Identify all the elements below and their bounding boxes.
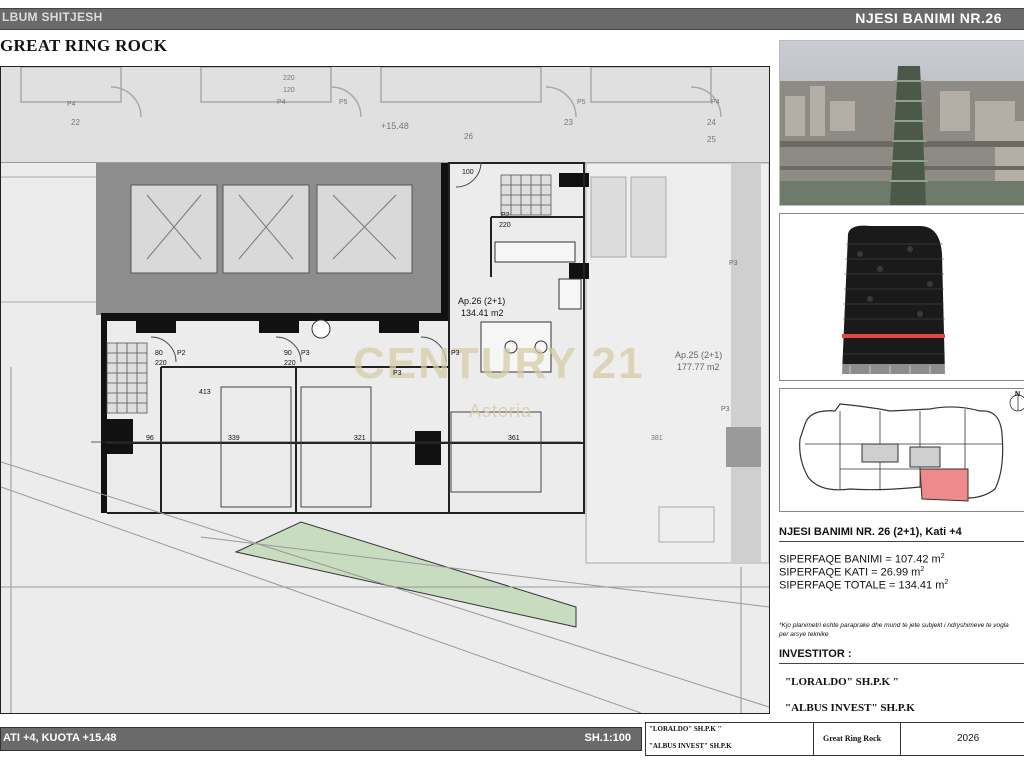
axis-number: 23 xyxy=(564,118,573,127)
door-label: P3 xyxy=(721,406,730,413)
apartment-26-label: Ap.26 (2+1) xyxy=(458,296,506,306)
area-total: SIPERFAQE TOTALE = 134.41 m2 xyxy=(779,579,948,592)
area-unit-sup: 2 xyxy=(944,579,949,586)
project-title: GREAT RING ROCK xyxy=(0,36,168,55)
dimension-label: 120 xyxy=(283,87,295,94)
dimension-label: 220 xyxy=(284,360,296,367)
header-bar: LBUM SHITJESH NJESI BANIMI NR.26 xyxy=(0,8,1024,30)
floor-plan-drawing xyxy=(1,67,769,713)
axis-number: 22 xyxy=(71,118,80,127)
dimension-label: 339 xyxy=(228,435,240,442)
watermark-sub: Astoria xyxy=(469,401,533,421)
title-block-owner1: "LORALDO" SH.P.K " xyxy=(649,725,722,733)
door-label: P5 xyxy=(339,99,348,106)
title-block-owner2: "ALBUS INVEST" SH.P.K xyxy=(649,742,732,750)
dimension-label: 100 xyxy=(462,169,474,176)
title-block: "LORALDO" SH.P.K " "ALBUS INVEST" SH.P.K… xyxy=(645,722,1024,756)
dimension-label: 361 xyxy=(508,435,520,442)
area-floor: SIPERFAQE KATI = 26.99 m2 xyxy=(779,566,924,579)
divider xyxy=(779,663,1024,664)
door-label: P4 xyxy=(711,99,720,106)
door-label: P3 xyxy=(393,370,402,377)
footer-bar: ATI +4, KUOTA +15.48 SH.1:100 xyxy=(0,727,642,751)
north-indicator: N xyxy=(1015,391,1021,398)
divider xyxy=(779,541,1024,542)
level-mark: +15.48 xyxy=(381,121,409,131)
axis-number: 24 xyxy=(707,118,716,127)
dimension-label: 413 xyxy=(199,389,211,396)
building-elevation xyxy=(779,213,1024,381)
title-block-owners: "LORALDO" SH.P.K " "ALBUS INVEST" SH.P.K xyxy=(646,723,814,755)
dimension-label: 321 xyxy=(354,435,366,442)
dimension-label: 220 xyxy=(499,222,511,229)
area-residential-text: SIPERFAQE BANIMI = 107.42 m xyxy=(779,553,941,566)
area-floor-text: SIPERFAQE KATI = 26.99 m xyxy=(779,566,921,579)
disclaimer-note: *Kjo planimetri eshte paraprake dhe mund… xyxy=(779,622,1009,638)
key-plan: N xyxy=(779,388,1024,512)
dimension-label: 80 xyxy=(155,350,163,357)
investor-label: INVESTITOR : xyxy=(779,648,852,660)
scale-label: SH.1:100 xyxy=(584,732,631,744)
title-block-project: Great Ring Rock xyxy=(813,723,901,755)
dimension-label: 220 xyxy=(155,360,167,367)
door-label: P3 xyxy=(451,350,460,357)
door-label: P5 xyxy=(577,99,586,106)
axis-number: 26 xyxy=(464,132,473,141)
door-label: P4 xyxy=(67,101,76,108)
apartment-25-area: 177.77 m2 xyxy=(677,362,720,372)
building-photo xyxy=(779,40,1024,206)
album-label: LBUM SHITJESH xyxy=(2,10,103,24)
floor-level-label: ATI +4, KUOTA +15.48 xyxy=(3,732,117,744)
unit-heading: NJESI BANIMI NR. 26 (2+1), Kati +4 xyxy=(779,526,962,538)
dimension-label: 90 xyxy=(284,350,292,357)
area-unit-sup: 2 xyxy=(940,553,945,560)
investor-name: "ALBUS INVEST" SH.P.K xyxy=(785,702,915,714)
floor-plan: Ap.26 (2+1) 134.41 m2 Ap.25 (2+1) 177.77… xyxy=(0,66,770,714)
area-residential: SIPERFAQE BANIMI = 107.42 m2 xyxy=(779,553,945,566)
investor-name: "LORALDO" SH.P.K " xyxy=(785,676,899,688)
axis-number: 25 xyxy=(707,135,716,144)
dimension-label: 381 xyxy=(651,435,663,442)
door-label: P2 xyxy=(177,350,186,357)
area-unit-sup: 2 xyxy=(920,566,925,573)
door-label: P2 xyxy=(501,212,510,219)
area-total-text: SIPERFAQE TOTALE = 134.41 m xyxy=(779,579,945,592)
apartment-26-area: 134.41 m2 xyxy=(461,308,504,318)
unit-number-title: NJESI BANIMI NR.26 xyxy=(855,10,1002,26)
watermark-brand: CENTURY 21 xyxy=(353,339,645,388)
apartment-25-label: Ap.25 (2+1) xyxy=(675,350,723,360)
dimension-label: 96 xyxy=(146,435,154,442)
door-label: P3 xyxy=(729,260,738,267)
door-label: P3 xyxy=(301,350,310,357)
title-block-project-name: Great Ring Rock xyxy=(823,734,882,743)
dimension-label: 220 xyxy=(283,75,295,82)
door-label: P4 xyxy=(277,99,286,106)
title-block-year: 2026 xyxy=(957,733,980,744)
